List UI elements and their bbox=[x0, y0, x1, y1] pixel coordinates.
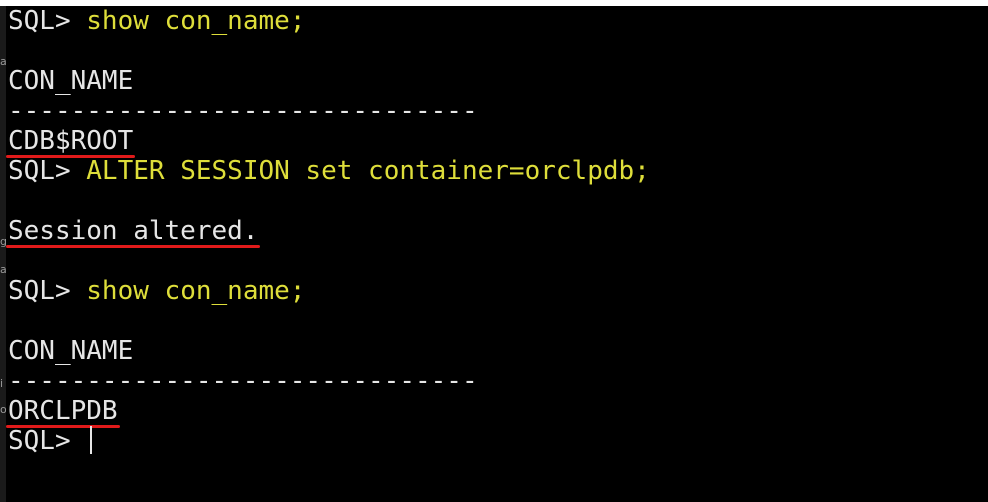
output-line: ------------------------------ bbox=[8, 366, 984, 396]
status-message-highlighted: Session altered. bbox=[5, 216, 261, 248]
gutter-fragment: a bbox=[0, 56, 6, 68]
output-line: Session altered. bbox=[5, 216, 984, 248]
column-separator: ------------------------------ bbox=[8, 366, 478, 396]
terminal-output[interactable]: SQL> show con_name; CON_NAME -----------… bbox=[5, 6, 984, 500]
output-line: ORCLPDB bbox=[6, 396, 984, 428]
gutter-fragment: i bbox=[0, 378, 4, 390]
sql-command: ALTER SESSION set container=orclpdb; bbox=[86, 156, 650, 186]
command-line: SQL> ALTER SESSION set container=orclpdb… bbox=[8, 156, 984, 186]
column-separator: ------------------------------ bbox=[8, 96, 478, 126]
output-line: CON_NAME bbox=[8, 66, 984, 96]
text-cursor bbox=[90, 426, 93, 454]
sql-prompt: SQL> bbox=[8, 276, 87, 306]
sql-prompt: SQL> bbox=[8, 426, 87, 456]
gutter-fragment: o bbox=[0, 404, 6, 416]
result-value-highlighted: ORCLPDB bbox=[6, 396, 120, 428]
gutter-fragment: a bbox=[0, 264, 6, 276]
output-line: CDB$ROOT bbox=[5, 126, 984, 158]
output-line: ------------------------------ bbox=[8, 96, 984, 126]
terminal-window: a g a i o SQL> show con_name; CON_NAME -… bbox=[0, 0, 988, 502]
column-header: CON_NAME bbox=[8, 336, 134, 366]
sql-command: show con_name; bbox=[86, 6, 306, 36]
output-line: CON_NAME bbox=[8, 336, 984, 366]
left-gutter: a g a i o bbox=[0, 6, 6, 502]
sql-prompt: SQL> bbox=[8, 6, 87, 36]
column-header: CON_NAME bbox=[8, 66, 134, 96]
sql-prompt: SQL> bbox=[8, 156, 87, 186]
command-line: SQL> show con_name; bbox=[8, 6, 984, 36]
command-line: SQL> show con_name; bbox=[8, 276, 984, 306]
command-line[interactable]: SQL> bbox=[8, 426, 984, 456]
result-value-highlighted: CDB$ROOT bbox=[5, 126, 136, 158]
sql-command: show con_name; bbox=[86, 276, 306, 306]
